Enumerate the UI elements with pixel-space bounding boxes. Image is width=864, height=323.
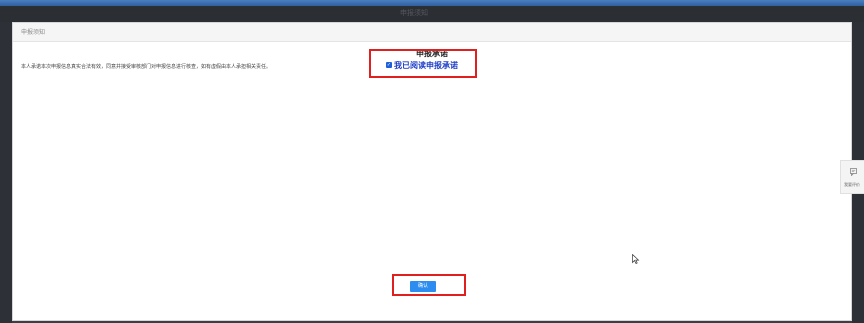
agree-checkbox-row[interactable]: ✓ 我已阅读申报承诺: [386, 60, 458, 70]
left-gutter: [0, 22, 12, 323]
comment-icon: [850, 168, 857, 176]
promise-text: 本人承诺本次申报信息真实合法有效，同意并接受审核部门对申报信息进行核查，如有虚假…: [21, 64, 272, 70]
agree-label[interactable]: 我已阅读申报承诺: [394, 60, 458, 71]
background-header: 申报须知: [0, 6, 864, 22]
feedback-label[interactable]: 我要评价: [844, 182, 860, 188]
confirm-button[interactable]: 确认: [410, 281, 436, 292]
mouse-cursor-icon: [632, 254, 640, 264]
dialog-title: 申报须知: [21, 29, 46, 36]
feedback-tab[interactable]: 我要评价: [840, 160, 864, 194]
background-header-text: 申报须知: [400, 9, 428, 17]
agree-checkbox[interactable]: ✓: [386, 62, 392, 68]
dialog-header: 申报须知: [13, 23, 851, 42]
